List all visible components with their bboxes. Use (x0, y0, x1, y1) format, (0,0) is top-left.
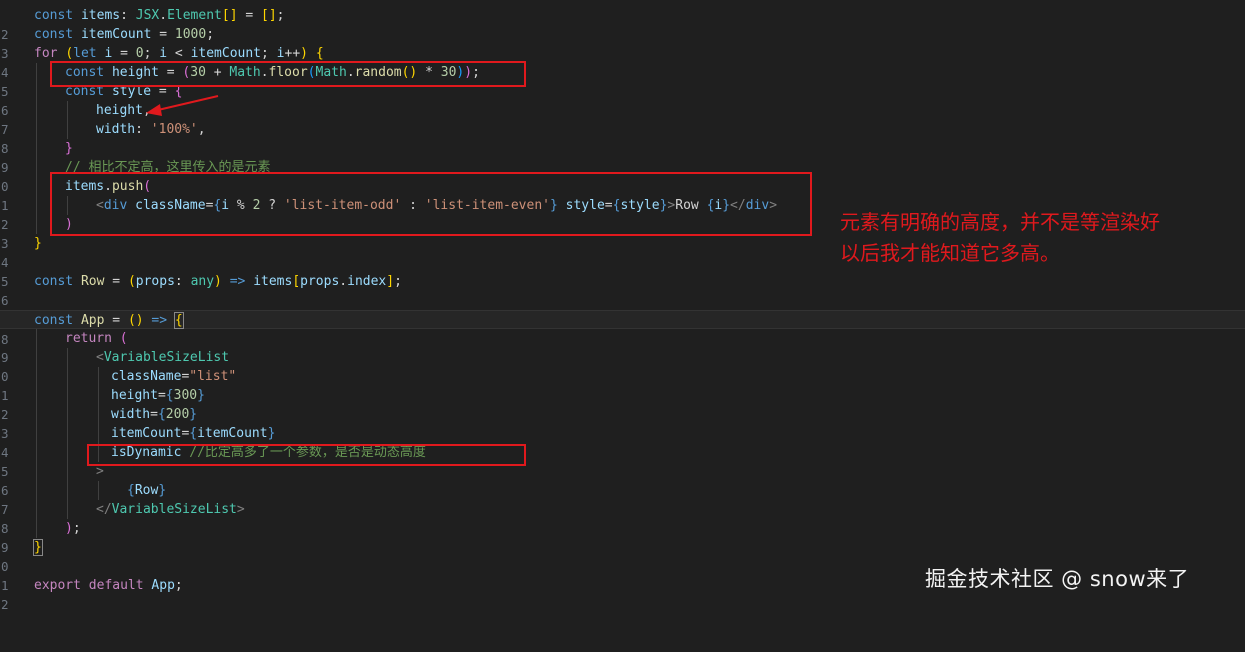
arrow-icon (146, 95, 219, 116)
annotation-note: 元素有明确的高度，并不是等渲染好 以后我才能知道它多高。 (840, 207, 1235, 269)
watermark: 掘金技术社区 @ snow来了 (925, 567, 1190, 591)
annotation-note-line2: 以后我才能知道它多高。 (840, 241, 1060, 265)
annotation-note-line1: 元素有明确的高度，并不是等渲染好 (840, 210, 1160, 234)
